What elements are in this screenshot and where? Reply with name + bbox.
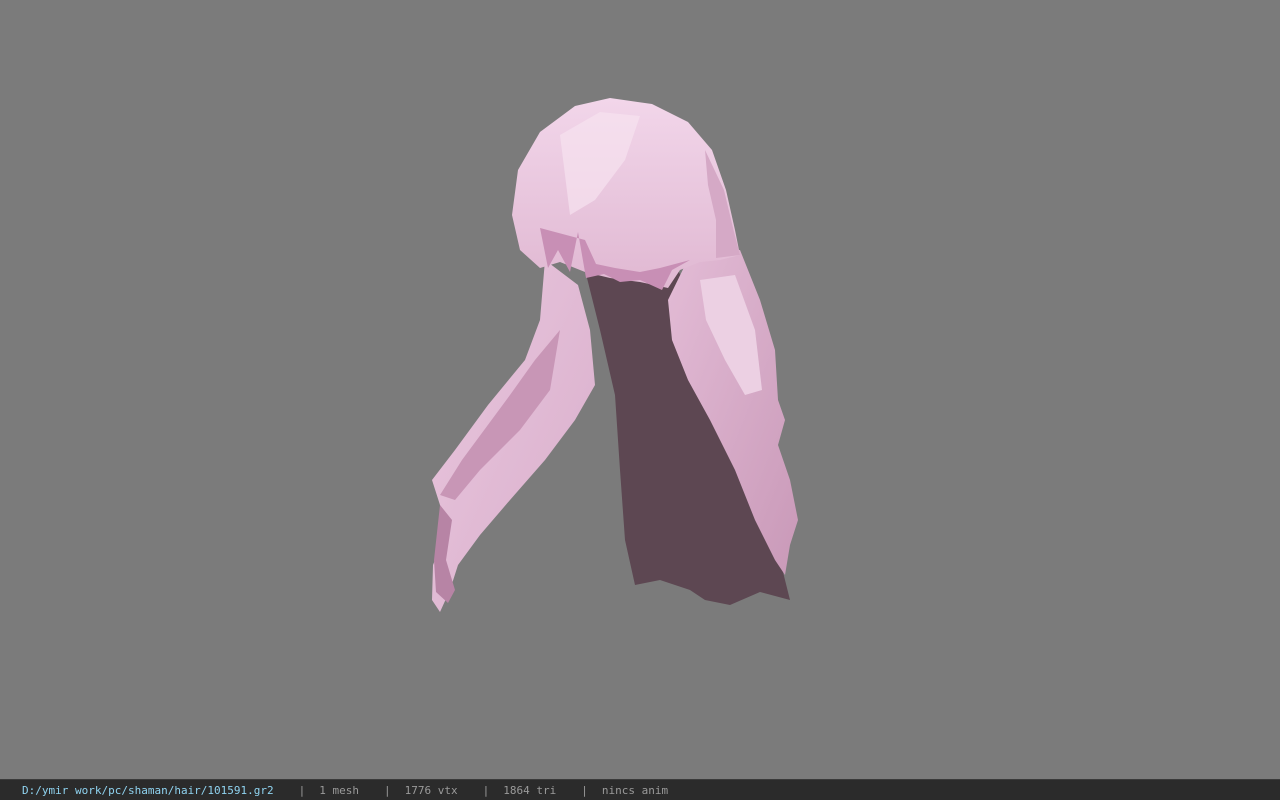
separator: | — [581, 783, 588, 797]
separator: | — [298, 783, 306, 797]
file-path: D:/ymir work/pc/shaman/hair/101591.gr2 — [22, 783, 274, 797]
hair-model-render — [432, 98, 798, 612]
vertex-count: 1776 vtx — [404, 783, 458, 797]
separator: | — [482, 783, 490, 797]
separator: | — [384, 783, 391, 797]
anim-status: nincs anim — [601, 783, 669, 797]
status-bar: D:/ymir work/pc/shaman/hair/101591.gr2 |… — [0, 779, 1280, 800]
3d-viewport[interactable] — [0, 0, 1280, 779]
mesh-count: 1 mesh — [319, 783, 360, 797]
triangle-count: 1864 tri — [503, 783, 557, 797]
